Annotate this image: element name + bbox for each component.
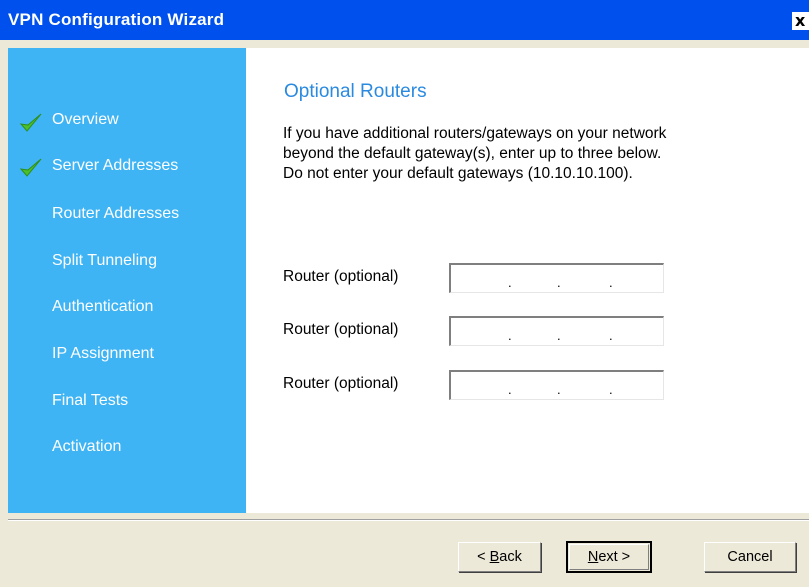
close-icon[interactable]: x	[792, 12, 809, 30]
router-3-label: Router (optional)	[283, 375, 399, 392]
sidebar-item-server-addresses: Server Addresses	[52, 157, 179, 174]
vpn-wizard-window: VPN Configuration Wizard x Overview Serv…	[0, 0, 809, 587]
sidebar-item-overview: Overview	[52, 111, 119, 128]
router-3-ip-input[interactable]: . . .	[449, 370, 664, 400]
router-1-label: Router (optional)	[283, 268, 399, 285]
description-line: Do not enter your default gateways (10.1…	[283, 165, 633, 182]
router-2-ip-input[interactable]: . . .	[449, 316, 664, 346]
page-description: If you have additional routers/gateways …	[283, 124, 783, 184]
checkmark-icon	[19, 158, 42, 177]
description-line: If you have additional routers/gateways …	[283, 125, 667, 142]
sidebar-item-router-addresses: Router Addresses	[52, 205, 180, 222]
router-1-ip-input[interactable]: . . .	[449, 263, 664, 293]
sidebar-item-activation: Activation	[52, 438, 122, 455]
next-button[interactable]: Next >	[566, 541, 652, 573]
router-2-label: Router (optional)	[283, 321, 399, 338]
window-title: VPN Configuration Wizard	[8, 10, 225, 29]
description-line: beyond the default gateway(s), enter up …	[283, 145, 662, 162]
title-bar[interactable]: VPN Configuration Wizard x	[0, 0, 809, 40]
sidebar-item-authentication: Authentication	[52, 298, 154, 315]
checkmark-icon	[19, 113, 42, 132]
back-button[interactable]: < Back	[458, 542, 541, 572]
sidebar-item-split-tunneling: Split Tunneling	[52, 252, 157, 269]
sidebar-item-final-tests: Final Tests	[52, 392, 129, 409]
cancel-button[interactable]: Cancel	[704, 542, 796, 572]
page-title: Optional Routers	[284, 81, 427, 102]
sidebar-item-ip-assignment: IP Assignment	[52, 345, 154, 362]
